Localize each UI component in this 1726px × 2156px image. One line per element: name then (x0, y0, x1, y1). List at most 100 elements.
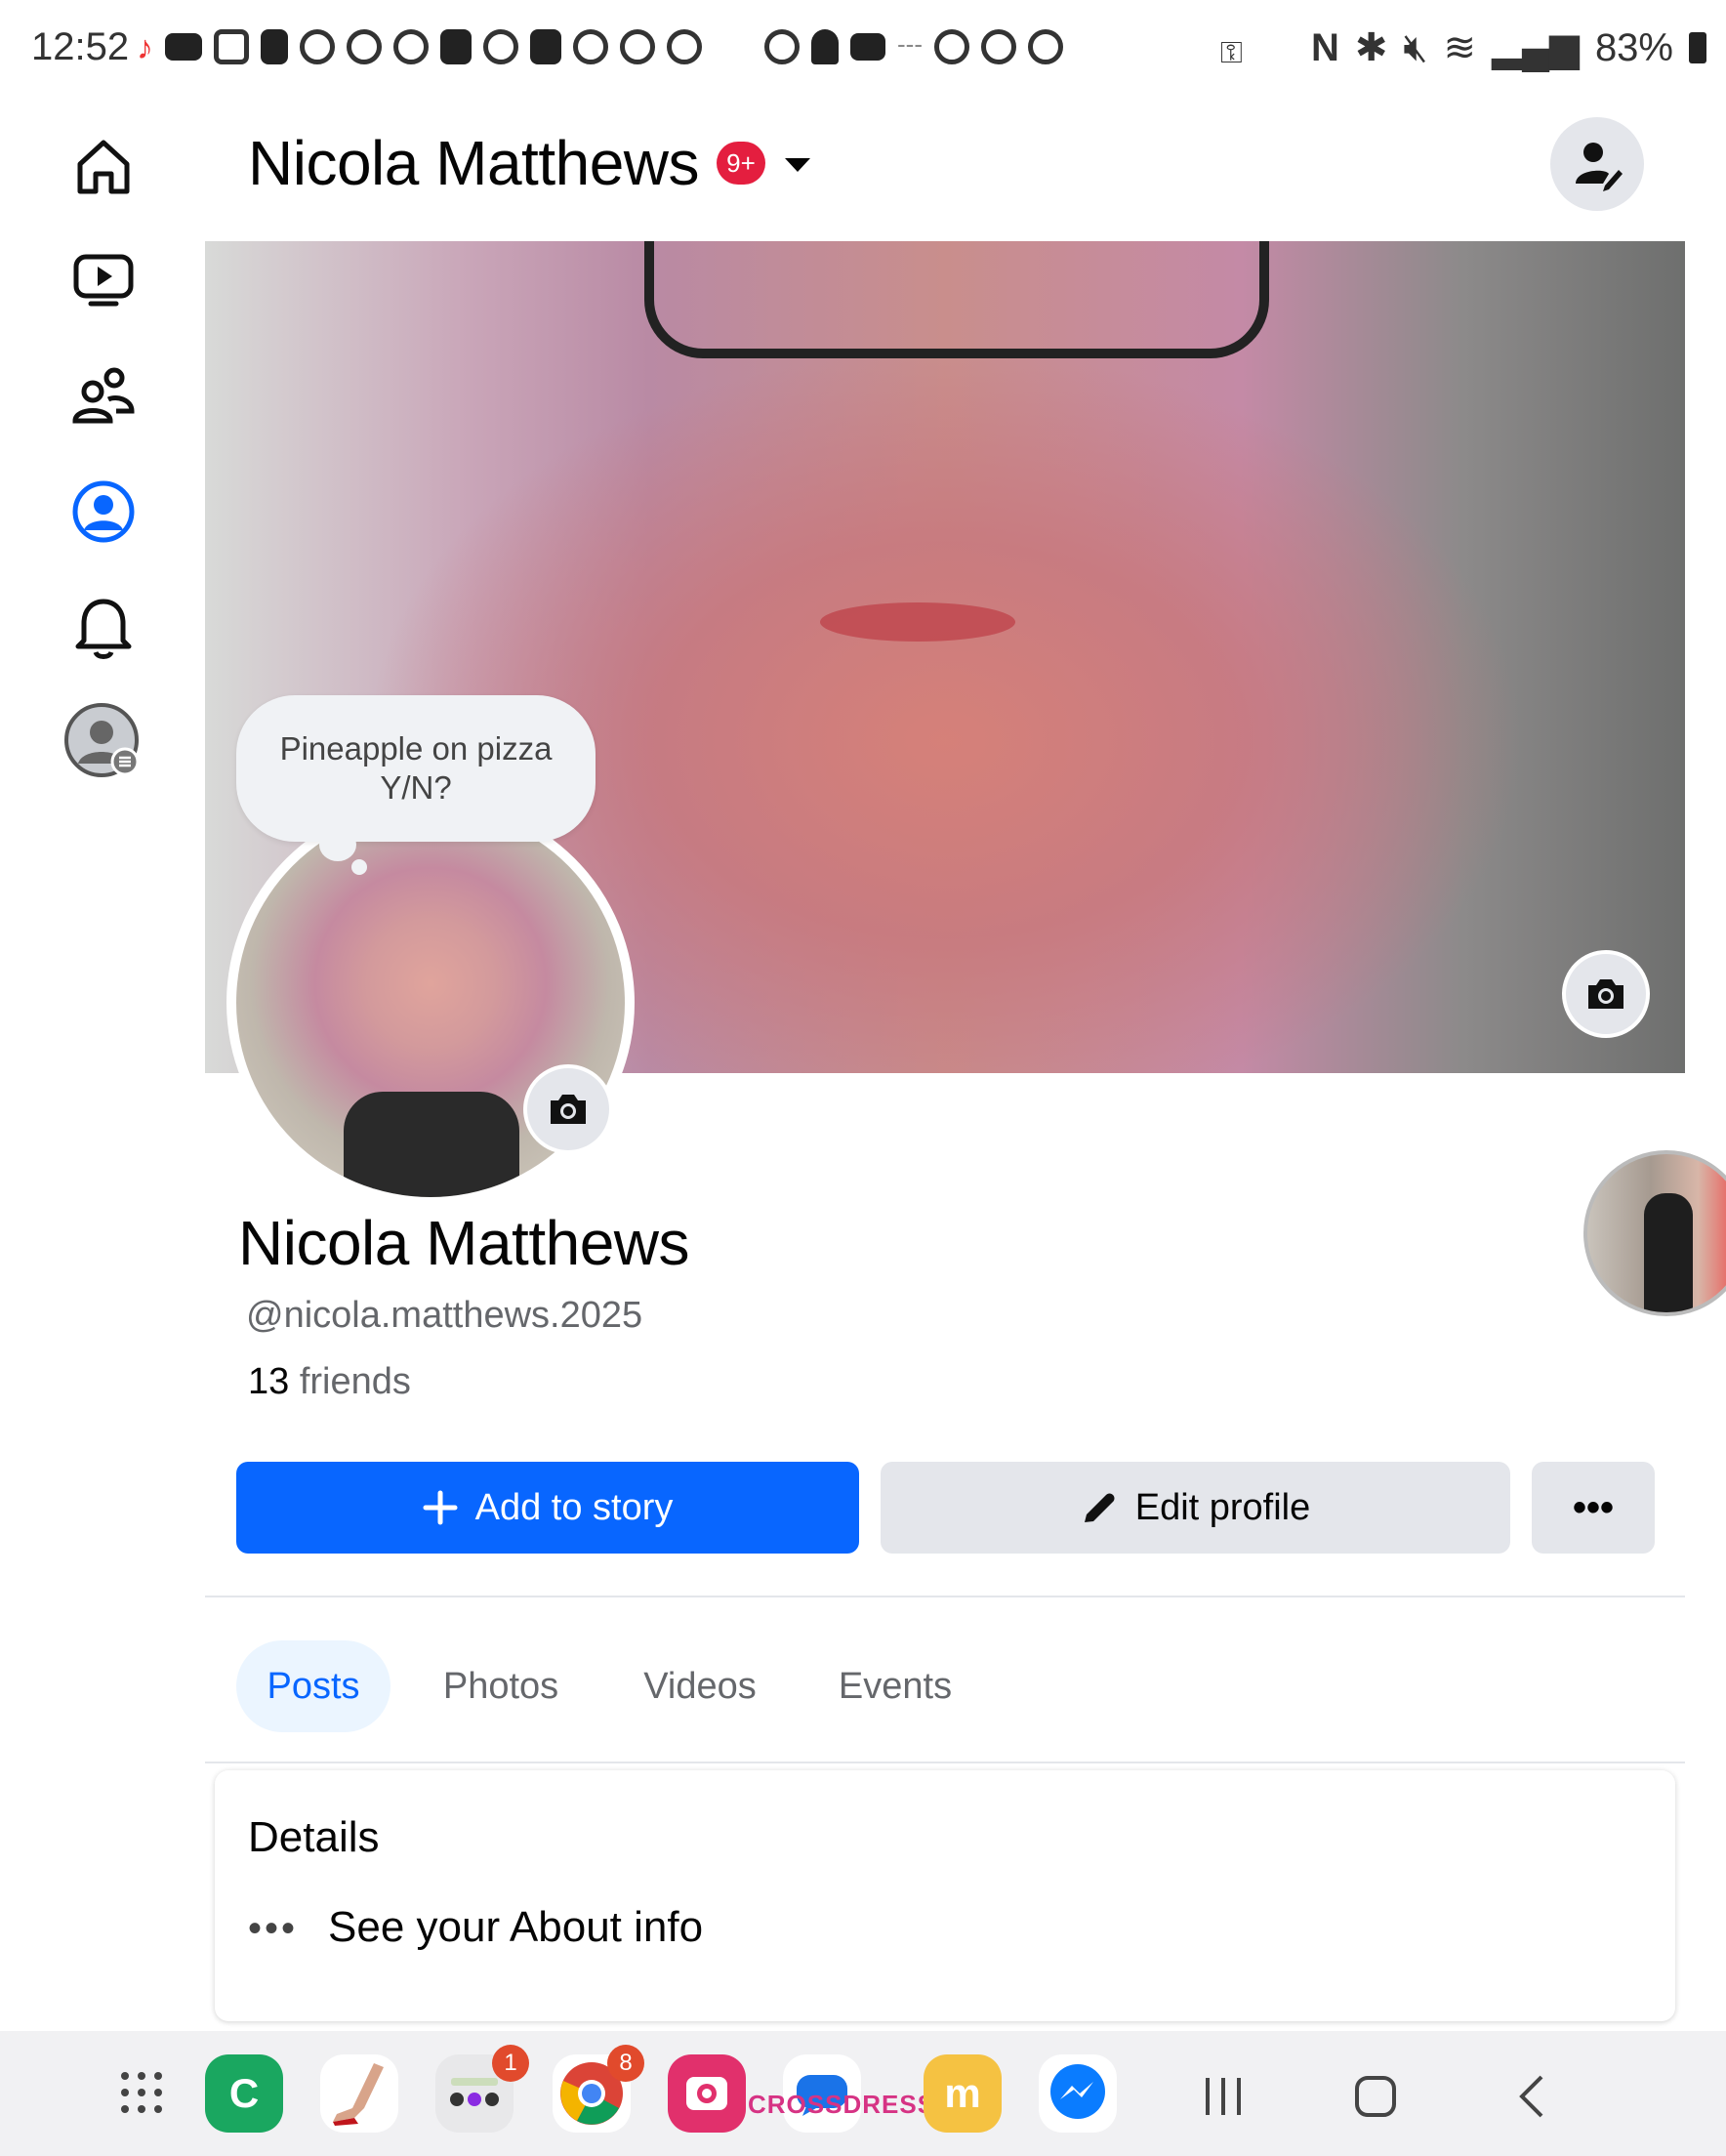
more-options-button[interactable]: ••• (1532, 1462, 1655, 1554)
details-card: Details ••• See your About info (215, 1770, 1675, 2021)
back-chevron-icon (1519, 2075, 1543, 2118)
messenger-app-icon[interactable] (1039, 2054, 1117, 2133)
friends-label: friends (289, 1361, 411, 1402)
tab-videos[interactable]: Videos (621, 1640, 779, 1732)
cover-lips-shape (820, 602, 1015, 642)
app-badge: 1 (492, 2045, 529, 2082)
edit-user-button[interactable] (1550, 117, 1644, 211)
mail-icon (850, 33, 885, 61)
battery-percent: 83% (1594, 25, 1673, 69)
grid-icon (121, 2072, 162, 2113)
camera-lens-icon (686, 2077, 727, 2110)
pencil-icon (1084, 1493, 1115, 1522)
boot-icon (333, 2063, 384, 2126)
chrome-icon (573, 29, 608, 64)
instagram-icon (214, 29, 249, 64)
account-icon (64, 703, 140, 777)
app-c-icon[interactable]: C (205, 2054, 283, 2133)
chrome-icon (347, 29, 382, 64)
nav-account[interactable] (55, 693, 152, 791)
see-about-info-link[interactable]: See your About info (328, 1903, 703, 1952)
m-app-icon[interactable]: m (924, 2054, 1002, 2133)
youtube-icon (165, 33, 202, 61)
thought-line-1: Pineapple on pizza (279, 730, 553, 767)
friends-number: 13 (248, 1361, 290, 1402)
avatar-camera-button[interactable] (523, 1064, 613, 1154)
bubble-tail (319, 828, 356, 861)
profile-icon (72, 480, 135, 543)
chrome-icon (764, 29, 800, 64)
dash-icon: --- (897, 29, 923, 59)
edit-profile-button[interactable]: Edit profile (881, 1462, 1510, 1554)
nav-notifications[interactable] (55, 578, 152, 676)
nav-profile[interactable] (55, 463, 152, 560)
bell-small-icon (811, 29, 839, 64)
system-icons: N ✱ 🔇︎ ≋ ▂▄▆ 83% (1311, 25, 1706, 70)
nav-home[interactable] (55, 117, 152, 215)
recents-icon (1206, 2078, 1241, 2115)
s-app-icon (440, 29, 472, 64)
header-profile-name[interactable]: Nicola Matthews (248, 127, 700, 199)
app-drawer-button[interactable] (117, 2068, 166, 2117)
profile-name: Nicola Matthews (238, 1208, 690, 1278)
status-time: 12:52 (31, 25, 130, 68)
bubble-tail-dot (351, 859, 367, 875)
tab-events[interactable]: Events (822, 1640, 968, 1732)
bell-icon (75, 599, 132, 659)
tab-posts[interactable]: Posts (236, 1640, 390, 1732)
nav-friends[interactable] (55, 348, 152, 445)
person-edit-icon (1576, 143, 1623, 191)
app-icon (980, 29, 1016, 64)
cover-glasses-shape (644, 241, 1269, 358)
recent-apps-button[interactable] (1199, 2072, 1248, 2121)
back-button[interactable] (1507, 2072, 1556, 2121)
notification-badge: 9+ (717, 142, 765, 185)
pdf-icon (261, 29, 288, 64)
friends-count[interactable]: 13 friends (248, 1361, 411, 1403)
mute-icon: 🔇︎ (1403, 25, 1428, 69)
play-store-icon (933, 29, 969, 64)
video-icon (73, 254, 134, 307)
folder-apps-icon (450, 2078, 499, 2106)
nfc-icon: N (1310, 25, 1339, 69)
battery-icon (1689, 32, 1706, 63)
more-dots-icon: ••• (248, 1907, 299, 1950)
app-boots-icon[interactable] (320, 2054, 398, 2133)
home-icon (77, 140, 130, 194)
edit-profile-label: Edit profile (1134, 1486, 1311, 1528)
tiktok-icon: ♪ (137, 29, 153, 66)
plus-icon (423, 1490, 458, 1525)
friends-icon (72, 367, 135, 424)
thought-bubble[interactable]: Pineapple on pizza Y/N? (236, 695, 596, 842)
messenger-icon (300, 29, 335, 64)
chrome-icon (483, 29, 518, 64)
add-to-story-label: Add to story (474, 1486, 674, 1528)
add-to-story-button[interactable]: Add to story (236, 1462, 859, 1554)
home-button[interactable] (1351, 2072, 1400, 2121)
chevron-down-icon[interactable] (785, 158, 810, 172)
wifi-icon: ≋ (1443, 26, 1477, 69)
camera-icon (1588, 979, 1623, 1009)
thought-line-2: Y/N? (380, 769, 452, 806)
chrome-icon (667, 29, 702, 64)
camera-app-icon[interactable] (668, 2054, 746, 2133)
chrome-icon (393, 29, 429, 64)
floating-chat-head[interactable] (1583, 1150, 1726, 1316)
more-dots-icon: ••• (1572, 1485, 1614, 1529)
s-app-icon (530, 29, 561, 64)
details-title: Details (248, 1813, 380, 1861)
nav-video[interactable] (55, 232, 152, 330)
messenger-icon (1027, 29, 1063, 64)
key-icon: ⚿ (1220, 37, 1243, 69)
camera-icon (551, 1095, 586, 1124)
messenger-icon (1050, 2064, 1105, 2119)
chrome-icon (620, 29, 655, 64)
tab-photos[interactable]: Photos (422, 1640, 580, 1732)
profile-handle: @nicola.matthews.2025 (246, 1295, 643, 1336)
status-bar: 12:52 ♪ --- ⚿ N ✱ 🔇︎ ≋ ▂▄▆ 83% (0, 0, 1726, 98)
signal-icon: ▂▄▆ (1492, 26, 1580, 69)
notification-icons: ♪ --- (137, 29, 1063, 67)
cover-camera-button[interactable] (1562, 950, 1650, 1038)
bluetooth-icon: ✱ (1354, 26, 1388, 69)
